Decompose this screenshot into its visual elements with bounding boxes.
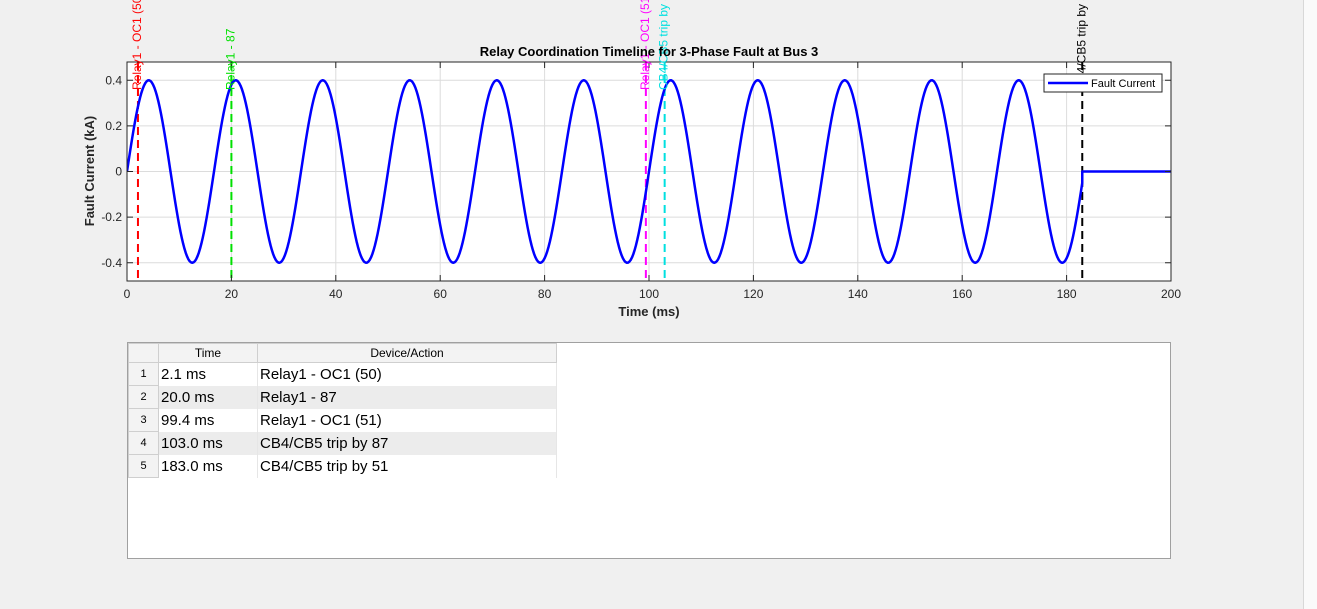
x-tick-label: 140 [848, 287, 868, 301]
device-action-cell[interactable]: Relay1 - OC1 (51) [257, 408, 557, 432]
table-corner [128, 343, 159, 363]
legend: Fault Current [1043, 73, 1163, 93]
y-tick-labels: -0.4 -0.2 0 0.2 0.4 [101, 73, 122, 270]
x-tick-label: 180 [1057, 287, 1077, 301]
y-axis-label: Fault Current (kA) [82, 116, 97, 227]
table-row[interactable]: 4 103.0 ms CB4/CB5 trip by 87 [128, 431, 557, 455]
x-tick-label: 60 [434, 287, 448, 301]
y-tick-label: 0.4 [105, 73, 122, 87]
table-row[interactable]: 1 2.1 ms Relay1 - OC1 (50) [128, 362, 557, 386]
time-cell[interactable]: 2.1 ms [158, 362, 258, 386]
time-cell[interactable]: 183.0 ms [158, 454, 258, 478]
x-tick-label: 40 [329, 287, 343, 301]
events-table-panel[interactable]: Time Device/Action 1 2.1 ms Relay1 - OC1… [127, 342, 1171, 559]
x-tick-label: 200 [1161, 287, 1181, 301]
table-header-row: Time Device/Action [128, 343, 557, 363]
y-tick-label: -0.4 [101, 256, 122, 270]
y-tick-label: 0.2 [105, 119, 122, 133]
y-tick-label: -0.2 [101, 210, 122, 224]
time-cell[interactable]: 99.4 ms [158, 408, 258, 432]
table-row[interactable]: 5 183.0 ms CB4/CB5 trip by 51 [128, 454, 557, 478]
x-tick-label: 20 [225, 287, 239, 301]
row-number[interactable]: 1 [128, 362, 159, 386]
window-edge [1303, 0, 1317, 609]
time-cell[interactable]: 20.0 ms [158, 385, 258, 409]
device-action-cell[interactable]: CB4/CB5 trip by 51 [257, 454, 557, 478]
fault-current-chart: -0.4 -0.2 0 0.2 0.4 0 20 40 60 80 100 120 140 160 180… [82, 0, 1182, 319]
table-row[interactable]: 2 20.0 ms Relay1 - 87 [128, 385, 557, 409]
device-action-cell[interactable]: Relay1 - OC1 (50) [257, 362, 557, 386]
x-tick-labels: 0 20 40 60 80 100 120 140 160 180 200 [124, 287, 1182, 301]
event-label: Relay1 - 87 [223, 28, 237, 90]
events-table[interactable]: Time Device/Action 1 2.1 ms Relay1 - OC1… [128, 343, 557, 478]
x-tick-label: 100 [639, 287, 659, 301]
row-number[interactable]: 2 [128, 385, 159, 409]
event-label: Relay1 - OC1 (50) [130, 0, 144, 90]
x-tick-label: 80 [538, 287, 552, 301]
device-action-cell[interactable]: CB4/CB5 trip by 87 [257, 431, 557, 455]
legend-label: Fault Current [1091, 78, 1155, 90]
x-tick-label: 160 [952, 287, 972, 301]
figure-window: -0.4 -0.2 0 0.2 0.4 0 20 40 60 80 100 120 140 160 180… [0, 0, 1304, 609]
row-number[interactable]: 4 [128, 431, 159, 455]
row-number[interactable]: 3 [128, 408, 159, 432]
table-row[interactable]: 3 99.4 ms Relay1 - OC1 (51) [128, 408, 557, 432]
chart-title: Relay Coordination Timeline for 3-Phase … [480, 44, 819, 59]
x-axis-label: Time (ms) [618, 304, 679, 319]
row-number[interactable]: 5 [128, 454, 159, 478]
column-header-time[interactable]: Time [158, 343, 258, 363]
x-tick-label: 0 [124, 287, 131, 301]
time-cell[interactable]: 103.0 ms [158, 431, 258, 455]
device-action-cell[interactable]: Relay1 - 87 [257, 385, 557, 409]
x-tick-label: 120 [743, 287, 763, 301]
y-tick-label: 0 [115, 165, 122, 179]
column-header-device-action[interactable]: Device/Action [257, 343, 557, 363]
